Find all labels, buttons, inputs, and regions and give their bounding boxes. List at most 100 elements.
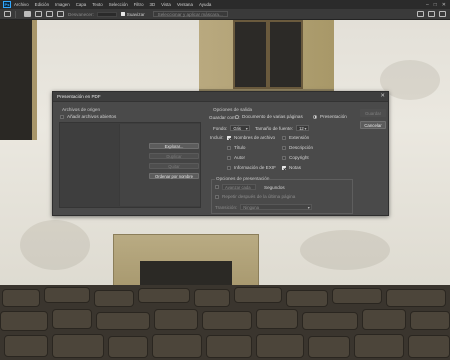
wall-stain xyxy=(380,60,440,100)
include-author-label: Autor xyxy=(234,155,245,160)
include-description-checkbox[interactable] xyxy=(282,145,286,150)
smooth-checkbox[interactable] xyxy=(120,12,125,16)
cancel-button[interactable]: Cancelar xyxy=(360,121,386,129)
lasso-tool-icon[interactable] xyxy=(4,11,11,17)
save-button[interactable]: Guardar xyxy=(360,109,386,117)
menu-seleccion[interactable]: Selección xyxy=(109,2,128,7)
background-row: Fondo: Gris xyxy=(213,125,251,131)
maximize-icon[interactable]: □ xyxy=(434,2,437,8)
feather-label: Desvanecer: xyxy=(68,11,94,17)
stone xyxy=(4,335,48,357)
photoshop-logo-icon[interactable]: Ps xyxy=(3,1,11,8)
stone xyxy=(302,312,358,330)
stone xyxy=(410,311,450,330)
advance-input[interactable]: Avanzar cada xyxy=(222,184,256,190)
menu-filtro[interactable]: Filtro xyxy=(134,2,144,7)
add-open-files-checkbox[interactable] xyxy=(60,114,64,119)
include-notes-checkbox[interactable] xyxy=(282,165,286,170)
presentation-options-label: Opciones de presentación xyxy=(215,176,271,181)
font-size-row: Tamaño de fuente: 12 xyxy=(255,125,310,131)
include-copyright-checkbox[interactable] xyxy=(282,155,286,160)
window-controls: – □ ✕ xyxy=(426,2,446,8)
menu-vista[interactable]: Vista xyxy=(161,2,171,7)
menu-edicion[interactable]: Edición xyxy=(35,2,49,7)
menu-texto[interactable]: Texto xyxy=(92,2,103,7)
font-size-select[interactable]: 12 xyxy=(296,125,310,131)
loop-checkbox[interactable] xyxy=(215,194,219,199)
close-icon[interactable]: ✕ xyxy=(380,93,385,100)
transition-row: Transición: Ninguna xyxy=(215,204,313,210)
include-title-row: Título xyxy=(227,145,246,150)
include-author-checkbox[interactable] xyxy=(227,155,231,160)
remove-button[interactable]: Quitar xyxy=(149,163,199,169)
include-exif-checkbox[interactable] xyxy=(227,165,231,170)
presentation-radio-row: Presentación xyxy=(313,114,347,119)
stone xyxy=(362,309,406,330)
presentation-radio[interactable] xyxy=(313,114,317,119)
new-selection-icon[interactable] xyxy=(24,11,31,17)
canvas-lower-opening xyxy=(140,261,232,285)
include-exif-label: Información de EXIF xyxy=(234,165,276,170)
stone xyxy=(138,288,190,303)
menu-3d[interactable]: 3D xyxy=(150,2,156,7)
transition-label: Transición: xyxy=(215,204,238,210)
advance-checkbox[interactable] xyxy=(215,185,219,189)
menu-ayuda[interactable]: Ayuda xyxy=(199,2,211,7)
menu-imagen[interactable]: Imagen xyxy=(55,2,70,7)
stone xyxy=(408,335,450,358)
output-options-label: Opciones de salida xyxy=(213,107,253,112)
search-icon[interactable] xyxy=(417,11,424,17)
background-label: Fondo: xyxy=(213,125,228,131)
stone xyxy=(256,309,298,329)
browse-button[interactable]: Explorar... xyxy=(149,143,199,149)
options-divider xyxy=(15,10,16,18)
stone xyxy=(386,289,446,307)
intersect-selection-icon[interactable] xyxy=(57,11,64,17)
multipage-radio-label: Documento de varias páginas xyxy=(242,114,303,119)
menu-capa[interactable]: Capa xyxy=(76,2,87,7)
menu-archivo[interactable]: Archivo xyxy=(14,2,29,7)
canvas-stone-wall xyxy=(0,285,450,360)
feather-input[interactable] xyxy=(96,11,117,17)
stone xyxy=(96,312,150,330)
subtract-selection-icon[interactable] xyxy=(46,11,53,17)
include-copyright-row: Copyright xyxy=(282,155,309,160)
menu-bar: Ps Archivo Edición Imagen Capa Texto Sel… xyxy=(0,0,450,9)
stone xyxy=(202,311,252,330)
transition-select[interactable]: Ninguna xyxy=(240,204,313,210)
menu-ventana[interactable]: Ventana xyxy=(177,2,193,7)
workspace-icon[interactable] xyxy=(428,11,435,17)
stone xyxy=(94,290,134,307)
include-exif-row: Información de EXIF xyxy=(227,165,276,170)
minimize-icon[interactable]: – xyxy=(426,2,429,8)
options-bar: Desvanecer: Suavizar Seleccionar y aplic… xyxy=(0,9,450,20)
include-description-label: Descripción xyxy=(289,145,313,150)
include-label: Incluir: xyxy=(210,135,224,140)
include-extension-checkbox[interactable] xyxy=(282,135,286,140)
canvas-window-mullion xyxy=(266,20,270,89)
duplicate-button[interactable]: Duplicar xyxy=(149,153,199,159)
close-window-icon[interactable]: ✕ xyxy=(442,2,446,8)
stone xyxy=(2,289,40,307)
include-author-row: Autor xyxy=(227,155,245,160)
share-icon[interactable] xyxy=(439,11,446,17)
stone xyxy=(52,334,104,358)
include-title-checkbox[interactable] xyxy=(227,145,231,150)
select-and-mask-button[interactable]: Seleccionar y aplicar máscara... xyxy=(152,11,228,17)
background-select[interactable]: Gris xyxy=(230,125,251,131)
include-notes-label: Notas xyxy=(289,165,302,170)
font-size-label: Tamaño de fuente: xyxy=(255,125,294,131)
seconds-label: Segundos xyxy=(264,184,285,190)
loop-row: Repetir después de la última página xyxy=(215,194,295,199)
add-selection-icon[interactable] xyxy=(35,11,42,17)
multipage-radio-row: Documento de varias páginas xyxy=(235,114,303,119)
include-filename-label: Nombres de archivo xyxy=(234,135,276,140)
dialog-title: Presentación en PDF xyxy=(57,94,101,99)
sort-by-name-button[interactable]: Ordenar por nombre xyxy=(149,173,199,179)
stone xyxy=(44,287,90,303)
stone xyxy=(354,334,404,358)
include-filename-checkbox[interactable] xyxy=(227,135,231,140)
include-description-row: Descripción xyxy=(282,145,313,150)
multipage-radio[interactable] xyxy=(235,114,239,119)
include-title-label: Título xyxy=(234,145,246,150)
